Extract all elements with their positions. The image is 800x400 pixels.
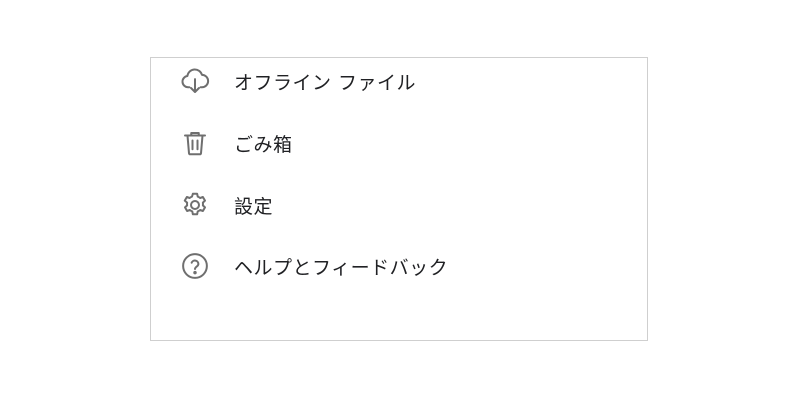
menu-item-help-feedback[interactable]: ヘルプとフィードバック [151,240,647,292]
side-menu-panel: オフライン ファイル ごみ箱 設定 ヘルプとフィードバック [150,57,648,341]
menu-item-trash[interactable]: ごみ箱 [151,117,647,169]
menu-item-label: オフライン ファイル [234,71,417,94]
help-circle-icon [179,250,211,282]
gear-icon [179,189,211,221]
menu-item-offline-files[interactable]: オフライン ファイル [151,55,647,107]
cloud-download-icon [179,65,211,97]
menu-item-settings[interactable]: 設定 [151,179,647,231]
trash-icon [179,127,211,159]
menu-item-label: ヘルプとフィードバック [234,256,449,279]
menu-item-label: 設定 [234,195,274,218]
menu-item-label: ごみ箱 [234,133,293,156]
